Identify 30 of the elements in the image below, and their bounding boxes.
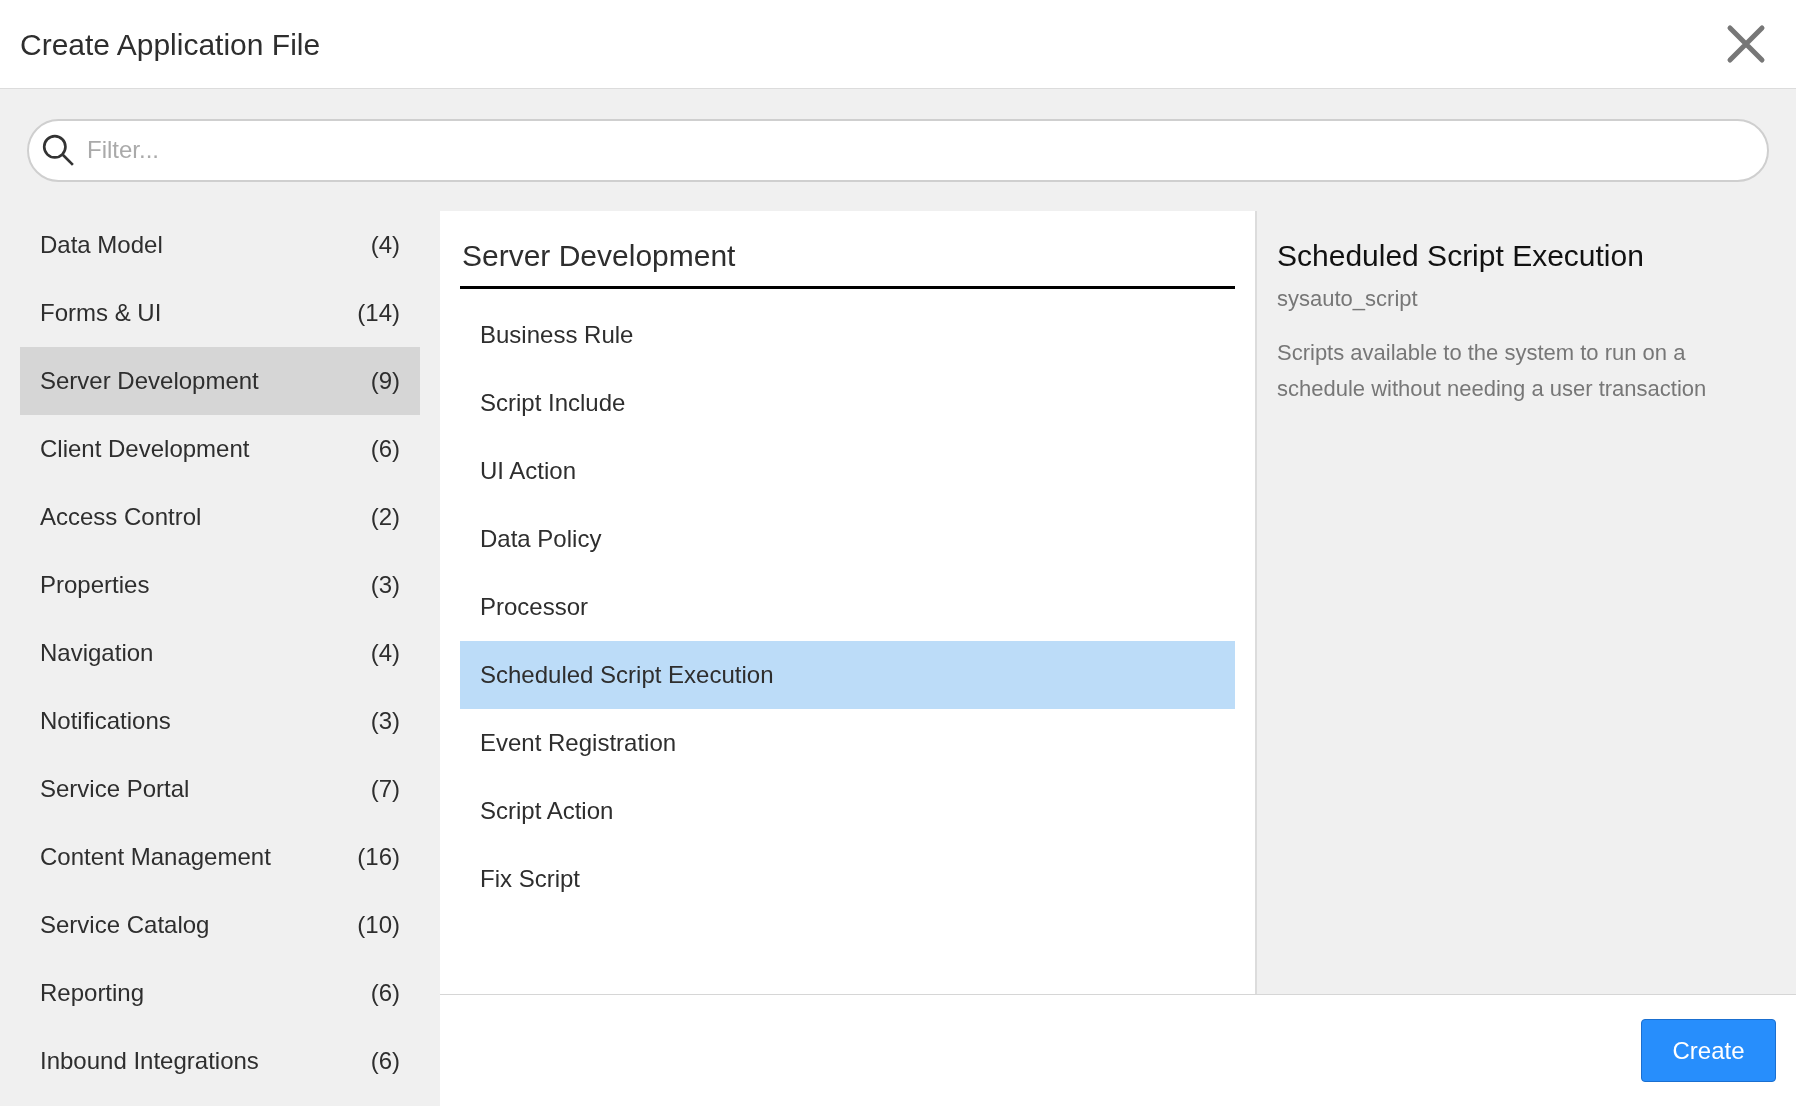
close-icon[interactable]	[1726, 24, 1766, 64]
category-item[interactable]: Content Management (16)	[20, 823, 420, 891]
category-item[interactable]: Forms & UI (14)	[20, 279, 420, 347]
file-type-item[interactable]: Business Rule	[460, 301, 1235, 369]
file-type-item[interactable]: Scheduled Script Execution	[460, 641, 1235, 709]
category-item[interactable]: Access Control (2)	[20, 483, 420, 551]
dialog-title: Create Application File	[20, 26, 321, 63]
category-item[interactable]: Client Development (6)	[20, 415, 420, 483]
detail-description: Scripts available to the system to run on a schedule without needing a user transaction	[1277, 339, 1708, 403]
table-name: sysauto_script	[1277, 285, 1419, 313]
file-type-item[interactable]: UI Action	[460, 437, 1235, 505]
file-type-item[interactable]: Event Registration	[460, 709, 1235, 777]
file-type-item[interactable]: Script Include	[460, 369, 1235, 437]
file-type-item[interactable]: Processor	[460, 573, 1235, 641]
category-item[interactable]: Properties (3)	[20, 551, 420, 619]
category-item[interactable]: Server Development (9)	[20, 347, 420, 415]
file-type-item[interactable]: Fix Script	[460, 845, 1235, 913]
category-item[interactable]: Inbound Integrations (6)	[20, 1027, 420, 1095]
category-item[interactable]: Data Model (4)	[20, 211, 420, 279]
category-item[interactable]: Navigation (4)	[20, 619, 420, 687]
section-heading: Server Development	[460, 233, 1235, 289]
category-item[interactable]: Reporting (6)	[20, 959, 420, 1027]
file-type-item[interactable]: Data Policy	[460, 505, 1235, 573]
category-item[interactable]: Notifications (3)	[20, 687, 420, 755]
detail-title: Scheduled Script Execution	[1277, 238, 1645, 274]
filter-field[interactable]: Filter...	[27, 118, 1769, 182]
category-item[interactable]: Service Portal (7)	[20, 755, 420, 823]
category-item[interactable]: Service Catalog (10)	[20, 891, 420, 959]
search-icon	[41, 132, 75, 167]
file-type-item[interactable]: Script Action	[460, 777, 1235, 845]
